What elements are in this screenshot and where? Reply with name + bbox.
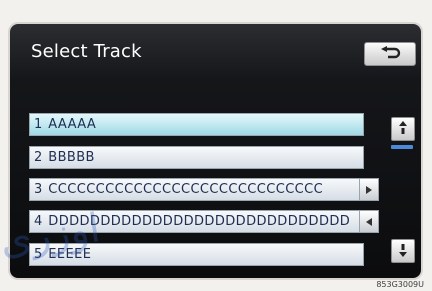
arrow-right-icon[interactable] bbox=[359, 179, 378, 200]
track-number: 5 bbox=[34, 247, 43, 262]
track-number: 2 bbox=[34, 150, 43, 165]
scroll-down-button[interactable] bbox=[391, 239, 415, 263]
track-name: AAAAA bbox=[48, 117, 97, 132]
track-name: EEEEE bbox=[48, 247, 92, 262]
track-number: 3 bbox=[34, 182, 43, 197]
track-item-2[interactable]: 2 BBBBB bbox=[29, 146, 364, 169]
screen-title: Select Track bbox=[31, 41, 142, 62]
track-number: 1 bbox=[34, 117, 43, 132]
track-number: 4 bbox=[34, 214, 43, 229]
back-button[interactable] bbox=[364, 42, 416, 66]
track-item-1[interactable]: 1 AAAAA bbox=[29, 113, 364, 136]
arrow-left-icon[interactable] bbox=[359, 211, 378, 232]
scroll-up-button[interactable] bbox=[391, 117, 415, 141]
figure-code: 853G3009U bbox=[376, 280, 424, 289]
track-item-3[interactable]: 3 CCCCCCCCCCCCCCCCCCCCCCCCCCCCC bbox=[29, 178, 379, 201]
track-name: DDDDDDDDDDDDDDDDDDDDDDDDDDDDD bbox=[48, 214, 351, 229]
track-item-5[interactable]: 5 EEEEE bbox=[29, 243, 364, 266]
return-arrow-icon bbox=[379, 45, 401, 64]
track-item-4[interactable]: 4 DDDDDDDDDDDDDDDDDDDDDDDDDDDDD bbox=[29, 210, 379, 233]
select-track-screen: Select Track 1 AAAAA 2 BBBBB 3 CCCCCCCCC… bbox=[10, 24, 421, 278]
scroll-up-icon bbox=[399, 120, 407, 139]
track-name: BBBBB bbox=[48, 150, 95, 165]
track-name: CCCCCCCCCCCCCCCCCCCCCCCCCCCCC bbox=[48, 182, 324, 197]
scroll-down-icon bbox=[399, 242, 407, 261]
scroll-position-indicator bbox=[391, 145, 413, 149]
